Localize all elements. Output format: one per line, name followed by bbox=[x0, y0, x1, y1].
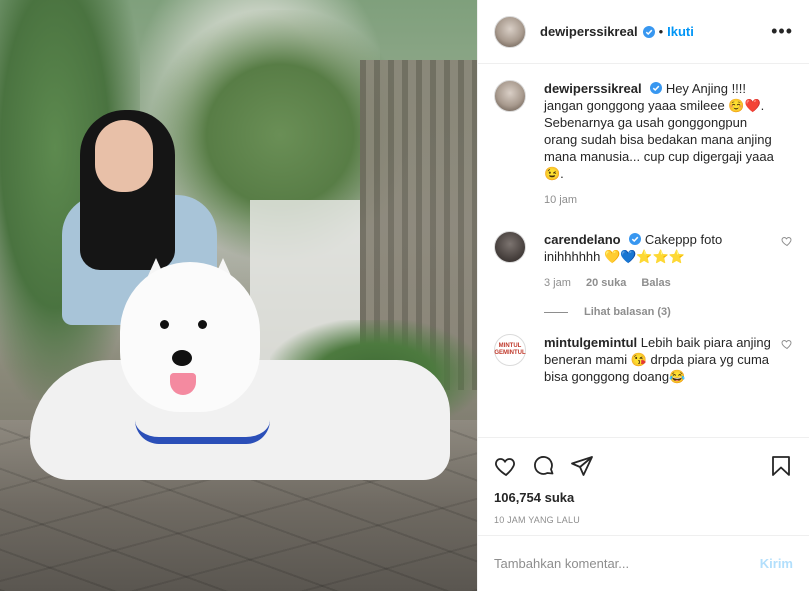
verified-icon bbox=[629, 233, 642, 245]
comment-meta: 3 jam 20 suka Balas bbox=[544, 275, 779, 292]
like-comment-heart-icon[interactable] bbox=[781, 235, 793, 247]
bookmark-icon[interactable] bbox=[769, 454, 793, 478]
caption-body: dewiperssikreal Hey Anjing !!!! jangan g… bbox=[544, 80, 793, 209]
replies-divider bbox=[544, 311, 568, 313]
post-timestamp[interactable]: 10 JAM YANG LALU bbox=[494, 515, 793, 525]
instagram-post-window: dewiperssikreal • Ikuti ••• dewiperssikr… bbox=[0, 0, 809, 591]
comment-icon[interactable] bbox=[532, 454, 556, 478]
view-replies-button[interactable]: Lihat balasan (3) bbox=[544, 306, 793, 318]
avatar[interactable] bbox=[494, 80, 526, 112]
post-comment-button[interactable]: Kirim bbox=[760, 556, 793, 571]
heart-icon[interactable] bbox=[494, 454, 518, 478]
like-comment-heart-icon[interactable] bbox=[781, 338, 793, 350]
avatar-logo-text: MINTUL GEMINTUL bbox=[494, 343, 526, 356]
post-side-panel: dewiperssikreal • Ikuti ••• dewiperssikr… bbox=[477, 0, 809, 591]
comment-username[interactable]: carendelano bbox=[544, 232, 621, 247]
avatar[interactable]: MINTUL GEMINTUL bbox=[494, 334, 526, 366]
comment-body: carendelano Cakeppp foto inihhhhhh 💛💙⭐⭐⭐… bbox=[544, 231, 793, 292]
comment-row: carendelano Cakeppp foto inihhhhhh 💛💙⭐⭐⭐… bbox=[494, 231, 793, 292]
post-photo[interactable] bbox=[0, 0, 477, 591]
caption-row: dewiperssikreal Hey Anjing !!!! jangan g… bbox=[494, 80, 793, 209]
follow-button[interactable]: Ikuti bbox=[667, 24, 694, 39]
view-replies-label: Lihat balasan (3) bbox=[584, 306, 671, 318]
more-options-button[interactable]: ••• bbox=[771, 21, 793, 42]
comment-likes[interactable]: 20 suka bbox=[586, 277, 626, 289]
photo-dog-eye-right bbox=[198, 320, 207, 329]
caption-text: Hey Anjing !!!! jangan gonggong yaaa smi… bbox=[544, 81, 774, 181]
header-username[interactable]: dewiperssikreal bbox=[540, 24, 638, 39]
comment-time[interactable]: 3 jam bbox=[544, 277, 571, 289]
avatar[interactable] bbox=[494, 231, 526, 263]
photo-dog-eye-left bbox=[160, 320, 169, 329]
caption-meta: 10 jam bbox=[544, 192, 779, 209]
photo-dog-nose bbox=[172, 350, 192, 366]
photo-girl-face bbox=[95, 120, 153, 192]
post-actions: 106,754 suka 10 JAM YANG LALU bbox=[478, 437, 809, 535]
caption-username[interactable]: dewiperssikreal bbox=[544, 81, 642, 96]
comments-list[interactable]: dewiperssikreal Hey Anjing !!!! jangan g… bbox=[478, 64, 809, 437]
comment-username[interactable]: mintulgemintul bbox=[544, 335, 637, 350]
avatar[interactable] bbox=[494, 15, 526, 48]
comment-body: mintulgemintul Lebih baik piara anjing b… bbox=[544, 334, 793, 385]
caption-time[interactable]: 10 jam bbox=[544, 194, 577, 206]
share-icon[interactable] bbox=[570, 454, 594, 478]
post-header: dewiperssikreal • Ikuti ••• bbox=[478, 0, 809, 64]
photo-dog-harness bbox=[135, 420, 270, 444]
header-separator: • bbox=[658, 24, 664, 39]
add-comment-input[interactable] bbox=[494, 556, 760, 571]
comment-row: MINTUL GEMINTUL mintulgemintul Lebih bai… bbox=[494, 334, 793, 385]
action-icons bbox=[494, 446, 793, 486]
reply-button[interactable]: Balas bbox=[641, 277, 670, 289]
verified-icon bbox=[650, 82, 663, 94]
verified-icon bbox=[642, 25, 655, 38]
add-comment-bar: Kirim bbox=[478, 535, 809, 591]
likes-count[interactable]: 106,754 suka bbox=[494, 490, 793, 505]
